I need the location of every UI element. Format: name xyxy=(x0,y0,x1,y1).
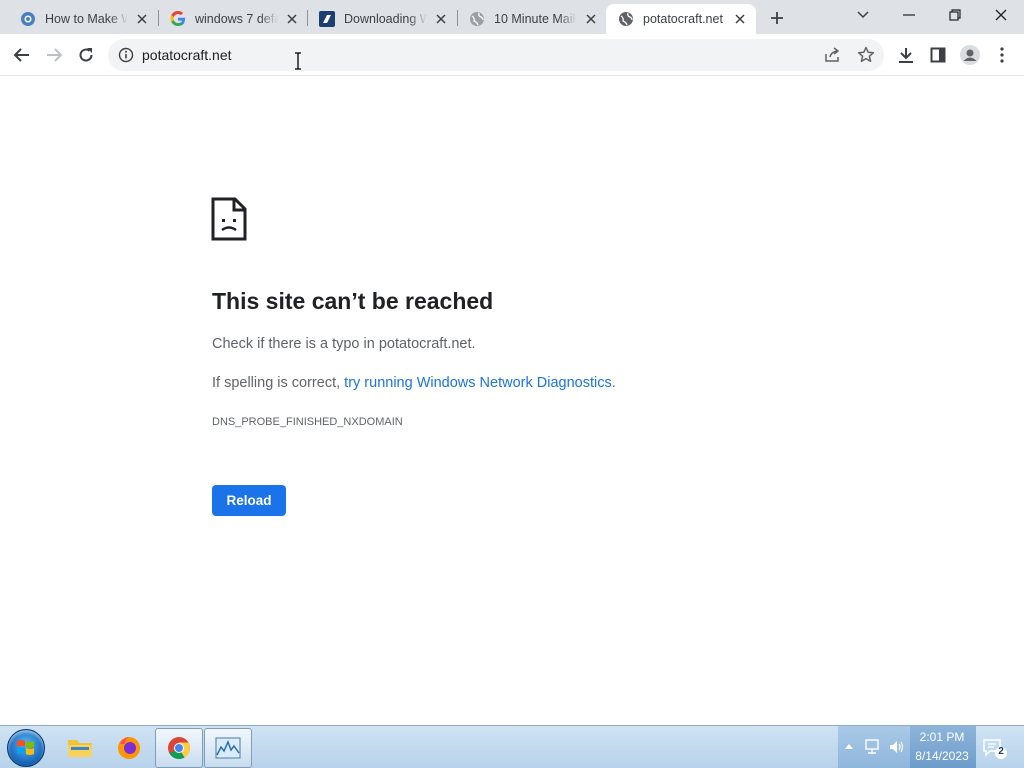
file-explorer-icon xyxy=(68,740,92,757)
close-icon[interactable] xyxy=(433,11,449,27)
diagnostics-prefix: If spelling is correct, xyxy=(212,375,345,391)
more-vert-icon xyxy=(1000,47,1004,63)
tab-title: windows 7 defa xyxy=(195,12,278,26)
downloads-button[interactable] xyxy=(890,39,922,71)
tab-strip: How to Make W windows 7 defa Downloading… xyxy=(0,0,1024,34)
tab-title: How to Make W xyxy=(45,12,128,26)
reload-button[interactable]: Reload xyxy=(212,485,286,516)
error-suggestion-diagnostics: If spelling is correct, try running Wind… xyxy=(212,375,616,391)
tab-title: 10 Minute Mail xyxy=(494,12,576,26)
tab-search-button[interactable] xyxy=(840,0,886,30)
menu-button[interactable] xyxy=(986,39,1018,71)
error-code: DNS_PROBE_FINISHED_NXDOMAIN xyxy=(212,416,403,428)
tab-title: potatocraft.net xyxy=(643,12,723,26)
tab-how-to-make[interactable]: How to Make W xyxy=(8,4,158,34)
chevron-up-icon[interactable] xyxy=(844,742,854,750)
tab-title: Downloading W xyxy=(344,12,427,26)
diagnostics-suffix: . xyxy=(611,375,616,391)
action-center-button[interactable]: 2 xyxy=(980,734,1008,762)
tab-10-minute-mail[interactable]: 10 Minute Mail xyxy=(457,4,607,34)
globe-icon xyxy=(619,12,633,26)
forward-button[interactable] xyxy=(38,39,70,71)
reload-toolbar-button[interactable] xyxy=(70,39,102,71)
resource-monitor-icon xyxy=(215,737,241,759)
close-icon xyxy=(995,9,1007,21)
error-title: This site can’t be reached xyxy=(212,288,494,314)
firefox-icon xyxy=(118,737,140,759)
notification-count: 2 xyxy=(998,746,1004,757)
system-tray xyxy=(838,726,910,768)
side-panel-icon xyxy=(930,47,946,63)
url-text[interactable]: potatocraft.net xyxy=(142,47,232,63)
bookmark-star-icon[interactable] xyxy=(856,45,876,65)
taskbar-file-explorer[interactable] xyxy=(56,728,104,768)
chrome-icon xyxy=(168,737,190,759)
taskbar-resource-monitor[interactable] xyxy=(204,728,252,768)
arrow-right-icon xyxy=(47,48,63,62)
clock-date: 8/14/2023 xyxy=(915,749,969,763)
side-panel-button[interactable] xyxy=(922,39,954,71)
close-icon[interactable] xyxy=(583,11,599,27)
error-suggestion-typo: Check if there is a typo in potatocraft.… xyxy=(212,336,476,352)
globe-icon xyxy=(470,12,484,26)
network-icon[interactable] xyxy=(864,738,882,756)
browser-toolbar: potatocraft.net xyxy=(0,34,1024,76)
start-button[interactable] xyxy=(7,729,45,767)
close-window-button[interactable] xyxy=(978,0,1024,30)
google-icon xyxy=(170,11,185,26)
plus-icon xyxy=(771,12,783,24)
downloading-site-icon xyxy=(319,11,335,27)
taskbar: 2:01 PM 8/14/2023 2 xyxy=(0,725,1024,768)
error-page: This site can’t be reached Check if ther… xyxy=(0,77,1024,725)
download-icon xyxy=(899,48,913,63)
refresh-icon xyxy=(79,48,93,62)
windows-logo-icon xyxy=(17,740,34,755)
chevron-down-icon xyxy=(857,11,869,19)
new-tab-button[interactable] xyxy=(765,6,789,30)
profile-button[interactable] xyxy=(954,39,986,71)
restore-icon xyxy=(949,9,961,21)
close-icon[interactable] xyxy=(284,11,300,27)
minimize-icon xyxy=(903,14,915,16)
how-to-icon xyxy=(21,12,35,26)
clock-time: 2:01 PM xyxy=(919,730,965,744)
avatar-icon xyxy=(960,45,980,65)
text-cursor-icon xyxy=(295,52,301,70)
tab-potatocraft[interactable]: potatocraft.net xyxy=(606,4,756,34)
sad-page-icon xyxy=(211,197,247,241)
minimize-button[interactable] xyxy=(886,0,932,30)
volume-icon[interactable] xyxy=(888,738,906,756)
address-bar[interactable]: potatocraft.net xyxy=(108,39,884,71)
info-icon[interactable] xyxy=(118,47,134,63)
share-icon[interactable] xyxy=(822,45,842,65)
taskbar-chrome[interactable] xyxy=(155,728,203,768)
taskbar-firefox[interactable] xyxy=(105,728,153,768)
back-button[interactable] xyxy=(6,39,38,71)
close-icon[interactable] xyxy=(732,11,748,27)
restore-button[interactable] xyxy=(932,0,978,30)
tab-windows-7[interactable]: windows 7 defa xyxy=(158,4,308,34)
tab-downloading[interactable]: Downloading W xyxy=(307,4,457,34)
arrow-left-icon xyxy=(13,48,29,62)
network-diagnostics-link[interactable]: try running Windows Network Diagnostics xyxy=(344,375,612,391)
clock[interactable]: 2:01 PM 8/14/2023 xyxy=(910,726,980,768)
close-icon[interactable] xyxy=(134,11,150,27)
